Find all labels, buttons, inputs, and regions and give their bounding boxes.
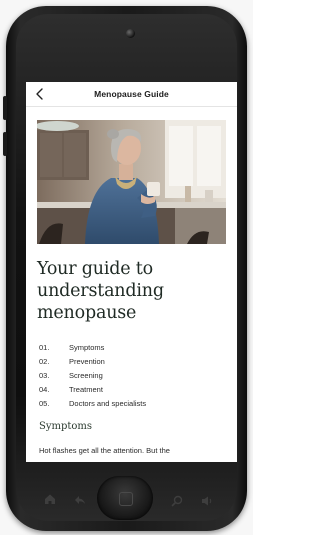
phone-side-button — [3, 96, 7, 120]
device-search-button[interactable] — [170, 494, 184, 508]
hero-image — [37, 120, 226, 244]
device-back-button[interactable] — [73, 493, 87, 507]
headline-line: menopause — [37, 303, 137, 323]
toc-label: Doctors and specialists — [69, 398, 147, 408]
toc-number: 03. — [39, 370, 50, 380]
search-icon — [171, 495, 183, 507]
device-volume-button[interactable] — [200, 494, 214, 508]
toc-item-doctors[interactable]: 05. Doctors and specialists — [39, 396, 229, 410]
app-screen: Menopause Guide Your guide to understand… — [26, 82, 237, 462]
section-heading: Symptoms — [39, 421, 93, 432]
toc-item-prevention[interactable]: 02. Prevention — [39, 354, 229, 368]
back-button[interactable] — [33, 87, 47, 101]
nav-bar: Menopause Guide — [26, 82, 237, 107]
toc-number: 05. — [39, 398, 50, 408]
page-headline: Your guide to understanding menopause — [37, 258, 232, 324]
toc-number: 01. — [39, 342, 50, 352]
back-arrow-icon — [75, 496, 85, 504]
toc-item-treatment[interactable]: 04. Treatment — [39, 382, 229, 396]
phone-side-button — [3, 132, 7, 156]
device-center-button[interactable] — [97, 476, 153, 520]
toc-item-screening[interactable]: 03. Screening — [39, 368, 229, 382]
toc-number: 02. — [39, 356, 50, 366]
toc-number: 04. — [39, 384, 50, 394]
front-camera — [126, 29, 135, 38]
toc-item-symptoms[interactable]: 01. Symptoms — [39, 340, 229, 354]
home-icon — [45, 494, 55, 504]
stage: Menopause Guide Your guide to understand… — [0, 0, 253, 535]
toc-label: Treatment — [69, 384, 103, 394]
page-title: Menopause Guide — [94, 89, 169, 99]
device-home-button[interactable] — [43, 492, 57, 506]
table-of-contents: 01. Symptoms 02. Prevention 03. Screenin… — [39, 340, 229, 410]
toc-label: Screening — [69, 370, 103, 380]
square-icon — [119, 492, 133, 506]
speaker-icon — [202, 496, 212, 506]
toc-label: Prevention — [69, 356, 105, 366]
hero-photo-illustration — [37, 120, 226, 244]
headline-line: understanding — [37, 281, 164, 301]
chevron-left-icon — [36, 88, 43, 100]
section-body-text: Hot flashes get all the attention. But t… — [39, 446, 170, 455]
headline-line: Your guide to — [37, 259, 153, 279]
toc-label: Symptoms — [69, 342, 105, 352]
